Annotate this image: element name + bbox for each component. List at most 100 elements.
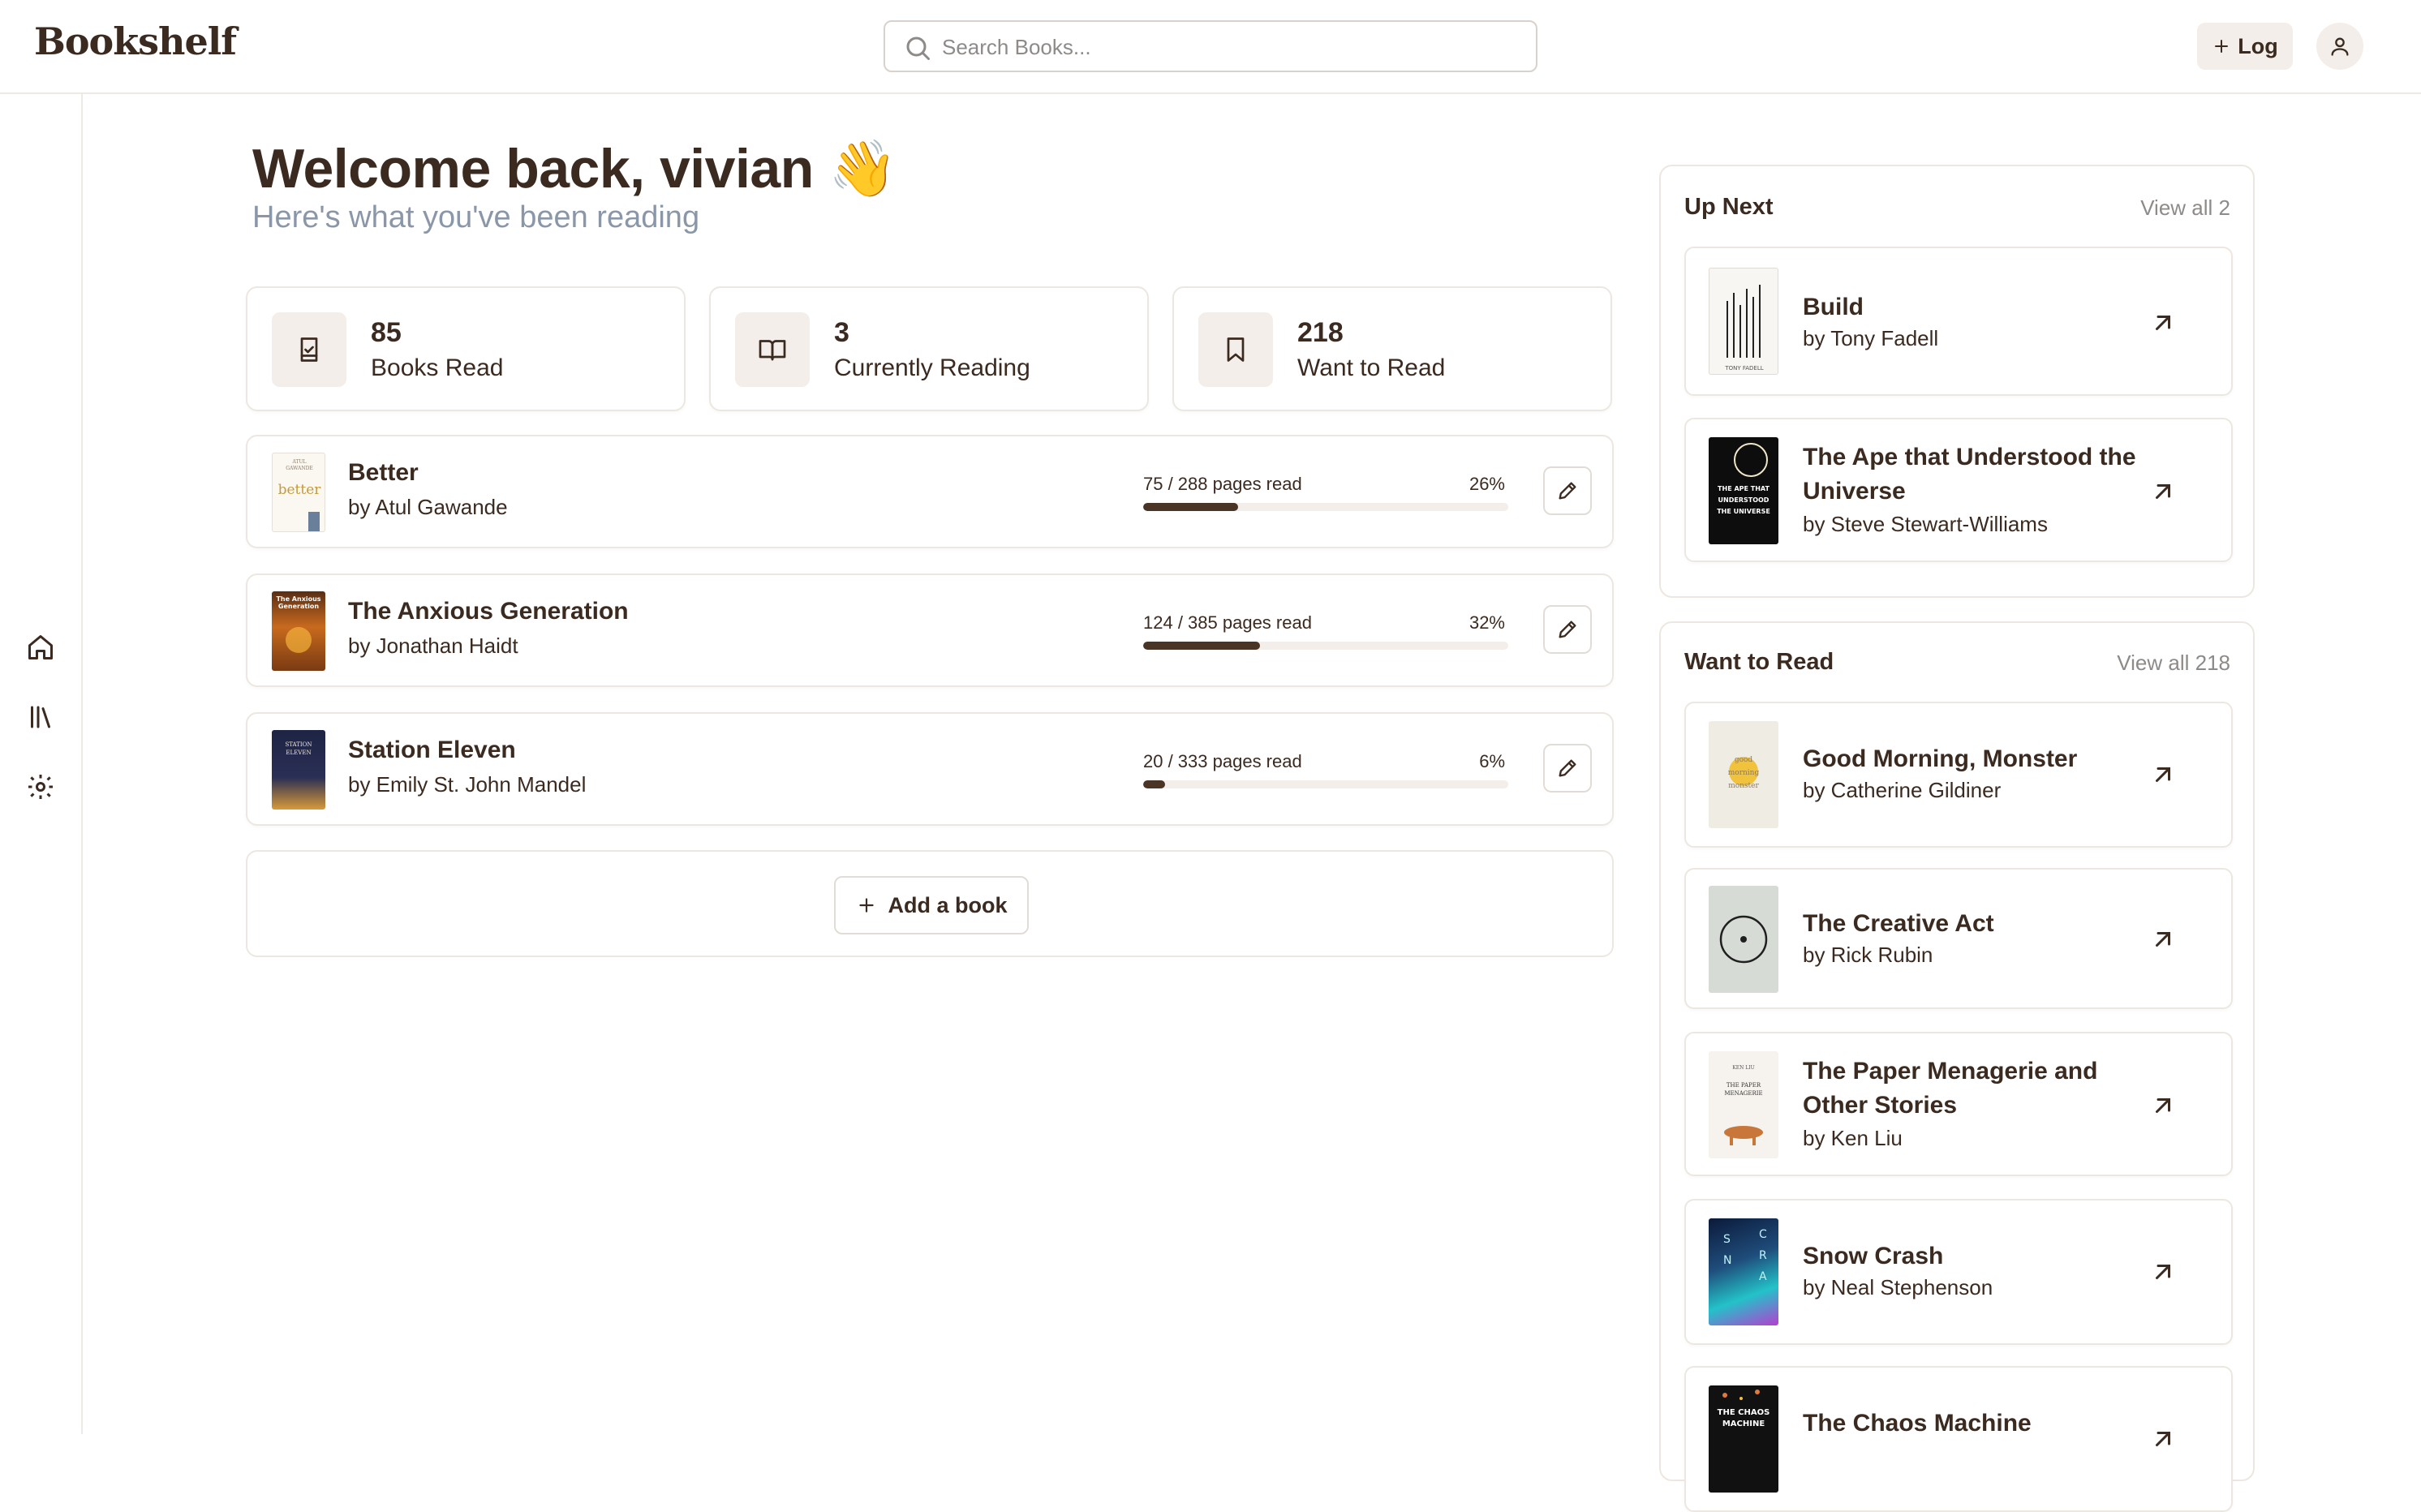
search-box[interactable] (884, 20, 1537, 72)
edit-progress-button[interactable] (1543, 466, 1592, 515)
svg-text:Generation: Generation (278, 603, 320, 610)
svg-text:morning: morning (1728, 769, 1760, 777)
welcome-heading: Welcome back, vivian 👋 (252, 138, 897, 200)
book-check-icon (272, 312, 346, 387)
book-cover: good morning monster (1709, 721, 1778, 828)
settings-nav-button[interactable] (24, 771, 57, 803)
book-author: by Rick Rubin (1803, 943, 1933, 967)
want-to-read-item[interactable]: SN CRA Snow Crash by Neal Stephenson (1684, 1199, 2233, 1345)
arrow-up-right-icon[interactable] (2148, 1091, 2178, 1120)
svg-text:THE APE THAT: THE APE THAT (1718, 485, 1770, 492)
side-nav (0, 94, 83, 1434)
add-book-button[interactable]: Add a book (834, 876, 1029, 934)
book-title: Better (348, 459, 419, 486)
svg-text:S: S (1723, 1233, 1731, 1246)
book-cover (1709, 886, 1778, 993)
progress-bar (1143, 642, 1508, 650)
book-title: The Creative Act (1803, 910, 1994, 937)
book-title: Station Eleven (348, 737, 516, 763)
top-bar: Bookshelf Log (0, 0, 2421, 94)
svg-text:C: C (1759, 1228, 1767, 1241)
want-to-read-item[interactable]: KEN LIU THE PAPER MENAGERIE The Paper Mena… (1684, 1032, 2233, 1176)
pencil-icon (1559, 482, 1576, 500)
svg-text:R: R (1759, 1249, 1767, 1262)
book-author: by Catherine Gildiner (1803, 778, 2002, 802)
book-cover: ATUL GAWANDE better (272, 453, 325, 532)
search-input[interactable] (942, 30, 1510, 64)
svg-text:THE PAPER: THE PAPER (1727, 1082, 1761, 1089)
book-author: by Ken Liu (1803, 1126, 1903, 1150)
book-author: by Atul Gawande (348, 495, 508, 519)
svg-text:STATION: STATION (285, 741, 312, 748)
arrow-up-right-icon[interactable] (2148, 308, 2178, 337)
pencil-icon (1559, 759, 1576, 777)
book-cover: KEN LIU THE PAPER MENAGERIE (1709, 1051, 1778, 1158)
open-book-icon (735, 312, 810, 387)
stat-value: 3 (834, 317, 849, 348)
edit-progress-button[interactable] (1543, 744, 1592, 793)
book-cover: The Anxious Generation (272, 591, 325, 671)
progress-fill (1143, 503, 1238, 511)
arrow-up-right-icon[interactable] (2148, 1424, 2178, 1454)
welcome-subtitle: Here's what you've been reading (252, 200, 700, 234)
add-book-card: Add a book (246, 850, 1614, 957)
stat-label: Books Read (371, 354, 504, 381)
svg-text:THE UNIVERSE: THE UNIVERSE (1717, 508, 1770, 515)
progress-fill (1143, 642, 1260, 650)
home-nav-button[interactable] (24, 631, 57, 664)
book-cover: THE CHAOS MACHINE (1709, 1385, 1778, 1493)
user-menu-button[interactable] (2316, 23, 2363, 70)
book-title: Build (1803, 294, 1864, 320)
brand-logo[interactable]: Bookshelf (34, 19, 237, 63)
book-cover: SN CRA (1709, 1218, 1778, 1325)
library-icon (31, 706, 50, 728)
arrow-up-right-icon[interactable] (2148, 760, 2178, 789)
library-nav-button[interactable] (24, 701, 57, 733)
view-all-want-to-read-link[interactable]: View all 218 (2117, 651, 2230, 676)
arrow-up-right-icon[interactable] (2148, 925, 2178, 954)
reading-card[interactable]: The Anxious Generation The Anxious Genera… (246, 573, 1614, 687)
svg-text:KEN LIU: KEN LIU (1732, 1065, 1754, 1071)
bookmark-icon (1198, 312, 1273, 387)
want-to-read-item[interactable]: good morning monster Good Morning, Monster… (1684, 702, 2233, 848)
stat-card-want-to-read: 218 Want to Read (1172, 286, 1612, 411)
pages-read: 75 / 288 pages read (1143, 474, 1302, 494)
book-title: Good Morning, Monster (1803, 745, 2078, 772)
user-icon (2331, 37, 2349, 56)
svg-text:MACHINE: MACHINE (1722, 1420, 1765, 1428)
book-title: Snow Crash (1803, 1243, 1944, 1269)
home-icon (28, 635, 53, 659)
book-author: by Jonathan Haidt (348, 634, 518, 658)
arrow-up-right-icon[interactable] (2148, 1257, 2178, 1286)
want-to-read-panel: Want to Read View all 218 good morning mon… (1659, 621, 2255, 1512)
pages-read: 20 / 333 pages read (1143, 751, 1302, 771)
want-to-read-item[interactable]: The Creative Act by Rick Rubin (1684, 868, 2233, 1009)
pages-read: 124 / 385 pages read (1143, 612, 1312, 633)
svg-text:N: N (1723, 1254, 1731, 1267)
view-all-up-next-link[interactable]: View all 2 (2140, 195, 2230, 221)
edit-progress-button[interactable] (1543, 605, 1592, 654)
progress-percent: 32% (1469, 612, 1505, 633)
reading-card[interactable]: ATUL GAWANDE better Better by Atul Gawande… (246, 435, 1614, 548)
search-icon (906, 37, 930, 60)
svg-text:MENAGERIE: MENAGERIE (1724, 1090, 1762, 1097)
progress-fill (1143, 780, 1165, 788)
up-next-item[interactable]: THE APE THAT UNDERSTOOD THE UNIVERSE The A… (1684, 418, 2233, 562)
up-next-item[interactable]: TONY FADELL Build by Tony Fadell (1684, 247, 2233, 396)
svg-text:better: better (278, 482, 322, 498)
pencil-icon (1559, 621, 1576, 638)
progress-percent: 26% (1469, 474, 1505, 494)
stat-card-books-read: 85 Books Read (246, 286, 686, 411)
svg-text:TONY FADELL: TONY FADELL (1724, 365, 1763, 372)
book-title: The Ape that Understood the Universe (1803, 444, 2136, 505)
panel-title: Want to Read (1684, 649, 1834, 675)
want-to-read-item[interactable]: THE CHAOS MACHINE The Chaos Machine (1684, 1366, 2233, 1512)
reading-card[interactable]: STATION ELEVEN Station Eleven by Emily St… (246, 712, 1614, 826)
stat-card-currently-reading: 3 Currently Reading (709, 286, 1149, 411)
svg-text:THE CHAOS: THE CHAOS (1718, 1408, 1770, 1417)
arrow-up-right-icon[interactable] (2148, 477, 2178, 506)
svg-text:The Anxious: The Anxious (276, 595, 320, 603)
book-author: by Steve Stewart-Williams (1803, 512, 2048, 536)
log-button[interactable]: Log (2197, 23, 2293, 70)
book-cover: STATION ELEVEN (272, 730, 325, 810)
